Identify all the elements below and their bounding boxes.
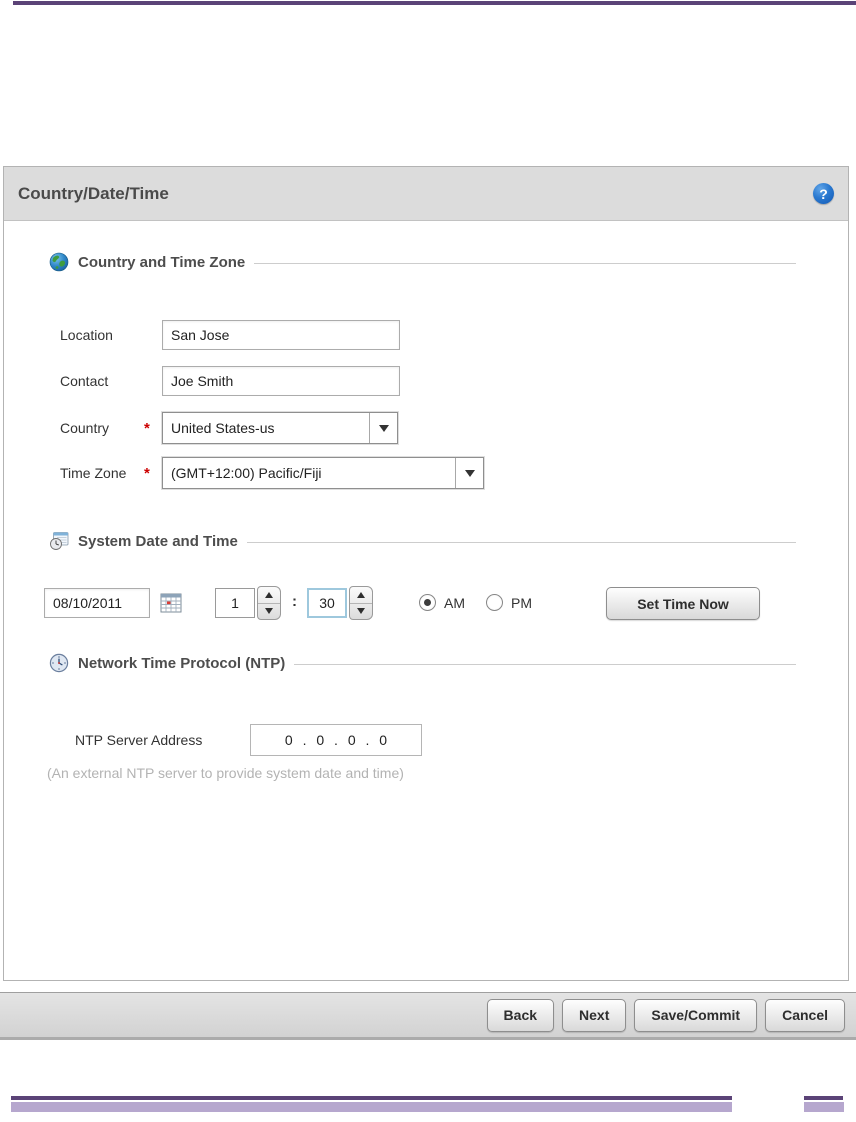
hour-input[interactable] <box>215 588 255 618</box>
section-divider <box>294 663 796 665</box>
minute-input[interactable] <box>307 588 347 618</box>
system-datetime-section-title: System Date and Time <box>78 532 238 550</box>
country-date-time-dialog: Country/Date/Time ? Country and Time Zon… <box>3 166 849 981</box>
next-button[interactable]: Next <box>562 998 627 1032</box>
calendar-clock-icon <box>50 532 69 550</box>
dialog-title: Country/Date/Time <box>18 183 169 203</box>
globe-icon <box>49 252 69 272</box>
country-label: Country <box>60 420 110 436</box>
cancel-button[interactable]: Cancel <box>765 998 845 1032</box>
hour-down-button[interactable] <box>258 604 280 620</box>
hour-spinner <box>215 586 281 620</box>
country-timezone-section-title: Country and Time Zone <box>78 253 246 271</box>
page: Country/Date/Time ? Country and Time Zon… <box>0 0 856 1122</box>
section-divider <box>246 541 796 543</box>
country-dropdown-value: United States-us <box>171 420 275 436</box>
timezone-label: Time Zone <box>60 465 127 481</box>
bottom-accent-bar-light <box>11 1102 732 1112</box>
country-dropdown[interactable]: United States-us <box>162 412 398 444</box>
ntp-server-input[interactable] <box>250 724 422 756</box>
dialog-header: Country/Date/Time ? <box>4 167 848 221</box>
footer-button-bar: Back Next Save/Commit Cancel <box>0 992 856 1040</box>
pm-radio[interactable] <box>486 594 503 611</box>
set-time-now-button[interactable]: Set Time Now <box>606 587 760 620</box>
country-required-marker: * <box>144 419 150 437</box>
bottom-accent-bar-dark <box>11 1096 732 1100</box>
minute-up-button[interactable] <box>350 587 372 604</box>
timezone-required-marker: * <box>144 464 150 482</box>
timezone-row: Time Zone * (GMT+12:00) Pacific/Fiji <box>60 456 484 490</box>
chevron-down-icon[interactable] <box>369 413 397 443</box>
ntp-hint-text: (An external NTP server to provide syste… <box>47 765 404 781</box>
save-commit-button[interactable]: Save/Commit <box>634 998 758 1032</box>
timezone-dropdown-value: (GMT+12:00) Pacific/Fiji <box>171 465 322 481</box>
ntp-section-title: Network Time Protocol (NTP) <box>78 654 286 672</box>
chevron-down-icon[interactable] <box>455 458 483 488</box>
top-accent-bar <box>13 1 856 5</box>
contact-input[interactable] <box>162 366 400 396</box>
minute-down-button[interactable] <box>350 604 372 620</box>
timezone-dropdown[interactable]: (GMT+12:00) Pacific/Fiji <box>162 457 484 489</box>
pm-radio-label: PM <box>511 595 532 611</box>
hour-spin-buttons <box>257 586 281 620</box>
bottom-accent-bar-light <box>804 1102 844 1112</box>
time-separator: : <box>292 593 297 610</box>
back-button[interactable]: Back <box>486 998 555 1032</box>
location-label: Location <box>60 327 113 343</box>
hour-up-button[interactable] <box>258 587 280 604</box>
ntp-server-row: NTP Server Address <box>75 723 422 757</box>
am-radio-label: AM <box>444 595 465 611</box>
am-radio[interactable] <box>419 594 436 611</box>
date-input[interactable] <box>44 588 150 618</box>
minute-spinner <box>307 586 373 620</box>
location-input[interactable] <box>162 320 400 350</box>
help-icon[interactable]: ? <box>813 183 834 204</box>
system-datetime-section-header: System Date and Time <box>49 530 796 552</box>
ntp-server-label: NTP Server Address <box>75 732 203 748</box>
contact-row: Contact <box>60 364 400 398</box>
country-timezone-section-header: Country and Time Zone <box>49 251 796 273</box>
datetime-row: : AM PM Set Time Now <box>4 586 848 622</box>
ntp-section-header: Network Time Protocol (NTP) <box>49 652 796 674</box>
clock-icon <box>49 653 69 673</box>
location-row: Location <box>60 318 400 352</box>
minute-spin-buttons <box>349 586 373 620</box>
bottom-accent-bar-dark <box>804 1096 843 1100</box>
calendar-picker-icon[interactable] <box>160 592 182 613</box>
section-divider <box>254 262 796 264</box>
country-row: Country * United States-us <box>60 411 398 445</box>
contact-label: Contact <box>60 373 109 389</box>
